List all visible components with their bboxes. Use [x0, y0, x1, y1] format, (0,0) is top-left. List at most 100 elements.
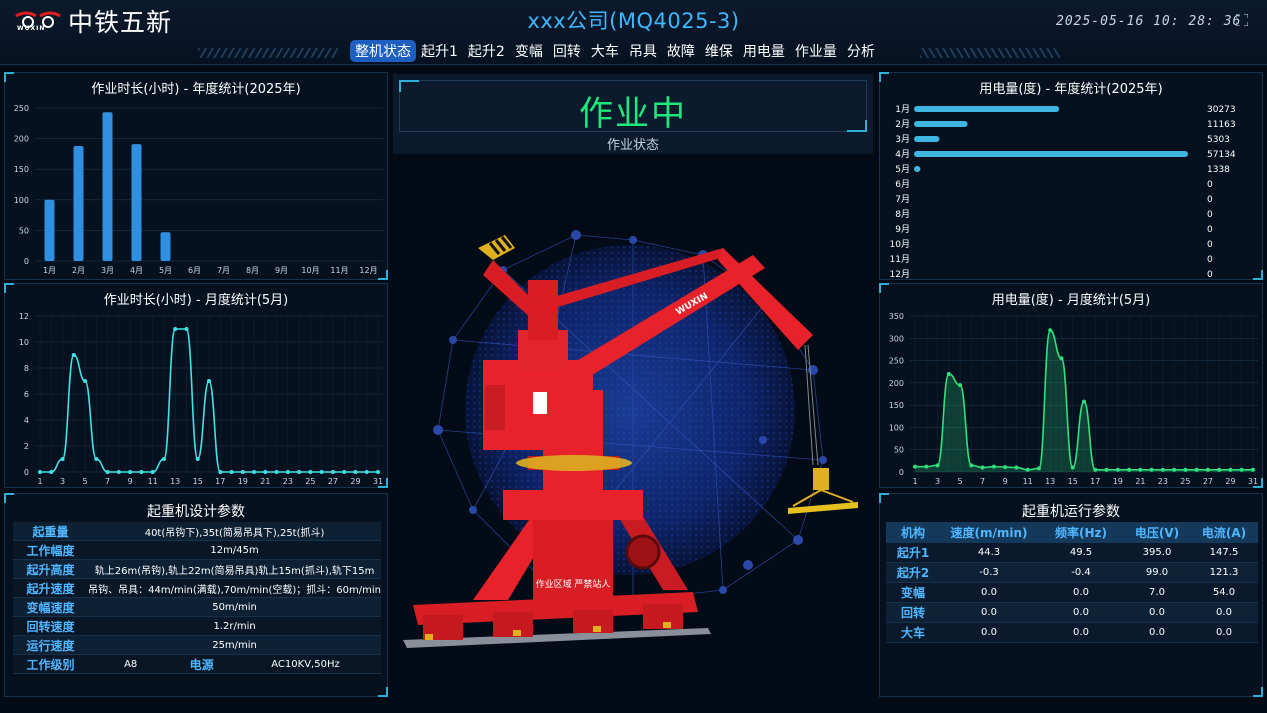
data-point [240, 470, 245, 474]
y-tick-label: 10月 [890, 239, 910, 250]
table-cell: 54.0 [1190, 582, 1258, 603]
column-header: 速度(m/min) [940, 522, 1038, 543]
y-tick-label: 150 [14, 165, 29, 174]
data-point [71, 353, 76, 357]
data-label: 0 [1207, 195, 1213, 205]
data-point [946, 371, 951, 376]
data-point [353, 470, 358, 474]
y-tick-label: 50 [19, 226, 29, 235]
data-point [1014, 465, 1019, 470]
data-point [252, 470, 257, 474]
data-label: 30273 [1207, 105, 1236, 115]
table-cell: 0.0 [1124, 602, 1190, 623]
data-point [319, 470, 324, 474]
annual-hours-chart: 0 50 100 150 200 250 1月 2月 3月 4月 5月 6月 7月 8月 9月 10月 11月 1… [14, 104, 383, 275]
datetime-display: 2025-05-16 10: 28: 36 [1056, 14, 1242, 29]
fullscreen-icon[interactable] [1236, 14, 1248, 26]
data-label: 0 [1207, 210, 1213, 220]
y-tick-label: 4月 [895, 149, 910, 160]
crane-spreader [788, 468, 858, 514]
mechanism-name: 变幅 [886, 582, 940, 603]
x-tick-label: 9 [128, 477, 133, 486]
x-tick-label: 11 [1023, 477, 1033, 486]
data-label: 57134 [1207, 150, 1236, 160]
panel-title: 起重机运行参数 [1022, 504, 1120, 520]
x-tick-label: 1 [37, 477, 42, 486]
column-header: 机构 [886, 522, 940, 543]
nav-tab[interactable]: 变幅 [510, 40, 548, 62]
y-tick-label: 6月 [895, 179, 910, 190]
param-value: 40t(吊钩下),35t(简易吊具下),25t(抓斗) [88, 522, 381, 541]
x-tick-label: 7 [105, 477, 110, 486]
data-point [1036, 466, 1041, 471]
work-status-card: 作业中 作业状态 [393, 74, 873, 154]
bar [914, 166, 921, 172]
nav-tab[interactable]: 大车 [586, 40, 624, 62]
data-point [1183, 467, 1188, 472]
nav-tab[interactable]: 整机状态 [350, 40, 416, 62]
nav-tab[interactable]: 起升1 [416, 40, 463, 62]
x-tick-label: 9 [1003, 477, 1008, 486]
y-tick-label: 100 [889, 423, 904, 432]
data-point [285, 470, 290, 474]
param-key: 回转速度 [13, 616, 89, 636]
annual-power-chart: 1月 30273 2月 11163 3月 5303 4月 57134 5月 1338 6月 0 7月 0 8… [890, 104, 1236, 280]
param-value: 12m/45m [88, 540, 381, 560]
nav-tab[interactable]: 维保 [700, 40, 738, 62]
data-point [1160, 467, 1165, 472]
monthly-hours-panel: 作业时长(小时) - 月度统计(5月) 0 2 4 6 8 10 12 1 3 5 7 9 11 13 15… [4, 283, 388, 488]
column-header: 频率(Hz) [1038, 522, 1124, 543]
bar [914, 121, 968, 127]
x-tick-label: 15 [193, 477, 203, 486]
table-row: 运行速度 25m/min [13, 635, 381, 655]
nav-tab[interactable]: 吊具 [624, 40, 662, 62]
table-row: 回转速度 1.2r/min [13, 616, 381, 636]
param-value: A8 [88, 654, 174, 674]
x-tick-label: 23 [283, 477, 293, 486]
nav-tab[interactable]: 作业量 [790, 40, 842, 62]
data-point [1104, 467, 1109, 472]
table-row: 变幅速度 50m/min [13, 597, 381, 617]
nav-tab[interactable]: 起升2 [463, 40, 510, 62]
data-point [1003, 465, 1008, 470]
x-tick-label: 5 [958, 477, 963, 486]
table-cell: 49.5 [1038, 543, 1124, 563]
design-params-panel: 起重机设计参数 起重量 40t(吊钩下),35t(简易吊具下),25t(抓斗) 工作… [4, 493, 388, 697]
y-tick-label: 50 [894, 446, 904, 455]
param-value: 吊钩、吊具：44m/min(满载),70m/min(空载)；抓斗：60m/min [88, 578, 381, 598]
run-params-panel: 起重机运行参数 机构 速度(m/min) 频率(Hz) 电压(V) 电流(A) 起升1 4… [879, 493, 1263, 697]
data-point [1194, 467, 1199, 472]
y-tick-label: 3月 [895, 134, 910, 145]
nav-tab[interactable]: 故障 [662, 40, 700, 62]
nav-tab[interactable]: 用电量 [738, 40, 790, 62]
bar [914, 136, 940, 142]
table-cell: 0.0 [1124, 622, 1190, 643]
work-status-value: 作业中 [579, 94, 687, 134]
x-tick-label: 19 [238, 477, 248, 486]
data-point [1205, 467, 1210, 472]
bar [914, 106, 1060, 112]
data-point [49, 470, 54, 474]
x-tick-label: 17 [215, 477, 225, 486]
y-tick-label: 0 [24, 468, 29, 477]
data-point [1059, 356, 1064, 361]
table-row: 起升速度 吊钩、吊具：44m/min(满载),70m/min(空载)；抓斗：60m… [13, 578, 381, 598]
x-tick-label: 15 [1068, 477, 1078, 486]
nav-tab[interactable]: 分析 [842, 40, 880, 62]
data-point [150, 470, 155, 474]
nav-tab[interactable]: 回转 [548, 40, 586, 62]
data-point [924, 464, 929, 469]
y-tick-label: 0 [24, 257, 29, 266]
table-cell: -0.4 [1038, 562, 1124, 583]
y-tick-label: 1月 [895, 104, 910, 115]
table-cell: 121.3 [1190, 562, 1258, 583]
data-point [128, 470, 133, 474]
mechanism-name: 起升1 [886, 543, 940, 563]
data-label: 0 [1207, 225, 1213, 235]
x-tick-label: 3 [935, 477, 940, 486]
x-tick-label: 13 [1045, 477, 1055, 486]
data-point [94, 457, 99, 461]
y-tick-label: 250 [14, 104, 29, 113]
x-tick-label: 7月 [217, 266, 230, 275]
table-header-row: 机构 速度(m/min) 频率(Hz) 电压(V) 电流(A) [886, 522, 1258, 543]
